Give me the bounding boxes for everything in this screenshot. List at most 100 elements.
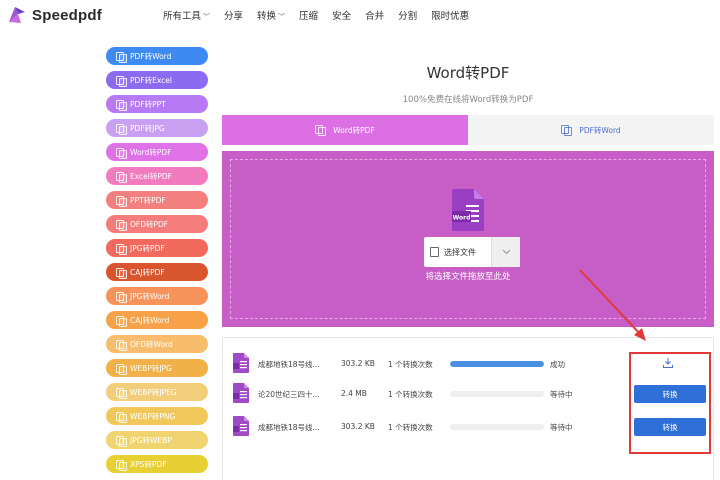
document-convert-icon (116, 195, 127, 207)
tab-word-to-pdf[interactable]: Word转PDF (222, 115, 468, 145)
document-convert-icon (116, 411, 127, 423)
sidebar-item[interactable]: PDF转Excel (106, 71, 208, 89)
word-file-icon (233, 416, 249, 436)
sidebar-item-label: CAJ转Word (130, 315, 170, 325)
sidebar-item[interactable]: OFD转Word (106, 335, 208, 353)
sidebar-item-label: CAJ转PDF (130, 267, 165, 277)
nav-item[interactable]: 限时优惠 (431, 8, 469, 22)
chevron-down-icon: ﹀ (203, 13, 211, 21)
file-size: 303.2 KB (341, 422, 375, 431)
main-panel: Word转PDF 100%免费在线将Word转换为PDF Word转PDF PD… (222, 48, 714, 480)
file-name: 成都地铁18号线... (258, 360, 320, 369)
logo[interactable]: Speedpdf (6, 4, 102, 26)
document-convert-icon (116, 267, 127, 279)
document-convert-icon (116, 339, 127, 351)
select-file-button[interactable]: 选择文件 (424, 237, 520, 267)
sidebar-item-label: PDF转JPG (130, 123, 165, 133)
nav-item[interactable]: 转换 ﹀ (257, 8, 285, 22)
nav-item[interactable]: 分享 (224, 8, 243, 22)
logo-text: Speedpdf (32, 6, 102, 24)
document-convert-icon (116, 435, 127, 447)
nav-item-label: 限时优惠 (431, 11, 470, 22)
document-convert-icon (116, 315, 127, 327)
sidebar-item[interactable]: JPG转PDF (106, 239, 208, 257)
document-convert-icon (116, 219, 127, 231)
progress-bar (450, 361, 544, 367)
sidebar-item-label: Word转PDF (130, 147, 172, 157)
progress-bar (450, 424, 544, 430)
annotation-arrow-icon (579, 269, 646, 341)
sidebar-item[interactable]: WEBP转JPG (106, 359, 208, 377)
conversion-tabs: Word转PDF PDF转Word (222, 115, 714, 145)
nav-item-label: 压缩 (299, 11, 319, 22)
conversion-count: 1 个转换次数 (388, 423, 433, 432)
sidebar-item-label: WEBP转JPEG (130, 387, 177, 397)
page-subtitle: 100%免费在线将Word转换为PDF (402, 95, 534, 105)
progress-bar (450, 391, 544, 397)
document-convert-icon (116, 363, 127, 375)
nav-item-label: 所有工具 (163, 11, 202, 22)
page: Speedpdf 所有工具 ﹀ 分享 转换 ﹀ 压缩 安全 合并 分割 限时优惠 PDF转Word… (0, 0, 720, 480)
word-icon-label: Word (453, 215, 471, 222)
file-size: 303.2 KB (341, 359, 375, 368)
page-title: Word转PDF (426, 64, 510, 82)
word-file-icon: Word (452, 189, 484, 231)
file-name: 论20世纪三四十... (258, 390, 320, 399)
sidebar-item[interactable]: JPG转Word (106, 287, 208, 305)
nav-item-label: 安全 (332, 11, 352, 22)
sidebar-item[interactable]: PPT转PDF (106, 191, 208, 209)
sidebar-item[interactable]: CAJ转Word (106, 311, 208, 329)
file-icon (430, 247, 439, 257)
nav-item-label: 分割 (398, 11, 418, 22)
nav-item[interactable]: 合并 (365, 8, 384, 22)
status-text: 等待中 (550, 390, 573, 399)
chevron-down-icon[interactable] (492, 237, 520, 267)
sidebar-item[interactable]: XPS转PDF (106, 455, 208, 473)
sidebar-item[interactable]: OFD转PDF (106, 215, 208, 233)
select-file-main[interactable]: 选择文件 (424, 237, 492, 267)
tab-pdf-to-word[interactable]: PDF转Word (468, 115, 714, 145)
sidebar-item-label: Excel转PDF (130, 171, 172, 181)
conversion-count: 1 个转换次数 (388, 360, 433, 369)
top-navigation-bar: Speedpdf 所有工具 ﹀ 分享 转换 ﹀ 压缩 安全 合并 分割 限时优惠 (0, 0, 720, 30)
status-text: 等待中 (550, 423, 573, 432)
sidebar-item[interactable]: Excel转PDF (106, 167, 208, 185)
conversion-count: 1 个转换次数 (388, 390, 433, 399)
sidebar-item[interactable]: WEBP转PNG (106, 407, 208, 425)
sidebar-item-label: XPS转PDF (130, 459, 167, 469)
file-size: 2.4 MB (341, 389, 367, 398)
document-convert-icon (116, 51, 127, 63)
sidebar-item-label: PPT转PDF (130, 195, 166, 205)
sidebar-item[interactable]: CAJ转PDF (106, 263, 208, 281)
annotation-highlight-box (629, 352, 711, 454)
sidebar-item[interactable]: PDF转PPT (106, 95, 208, 113)
nav-item[interactable]: 压缩 (299, 8, 318, 22)
status-text: 成功 (550, 360, 565, 369)
sidebar-item-label: OFD转PDF (130, 219, 169, 229)
sidebar-item-label: JPG转Word (130, 291, 170, 301)
tab-label: PDF转Word (579, 125, 621, 135)
document-icon (315, 125, 327, 136)
sidebar-item[interactable]: Word转PDF (106, 143, 208, 161)
nav-item-label: 转换 (257, 11, 277, 22)
nav-item[interactable]: 分割 (398, 8, 417, 22)
document-convert-icon (116, 147, 127, 159)
nav-item[interactable]: 安全 (332, 8, 351, 22)
file-name: 成都地铁18号线... (258, 423, 320, 432)
sidebar-item[interactable]: PDF转Word (106, 47, 208, 65)
document-convert-icon (116, 291, 127, 303)
document-convert-icon (116, 99, 127, 111)
sidebar-item[interactable]: PDF转JPG (106, 119, 208, 137)
sidebar-item-label: WEBP转PNG (130, 411, 176, 421)
sidebar-item[interactable]: WEBP转JPEG (106, 383, 208, 401)
nav-item-label: 合并 (365, 11, 385, 22)
document-convert-icon (116, 123, 127, 135)
document-convert-icon (116, 171, 127, 183)
nav-item[interactable]: 所有工具 ﹀ (163, 8, 210, 22)
tab-label: Word转PDF (333, 125, 375, 135)
sidebar-item[interactable]: JPG转WEBP (106, 431, 208, 449)
document-icon (561, 125, 573, 136)
progress-fill (450, 361, 544, 367)
document-convert-icon (116, 75, 127, 87)
chevron-down-icon: ﹀ (278, 13, 286, 21)
